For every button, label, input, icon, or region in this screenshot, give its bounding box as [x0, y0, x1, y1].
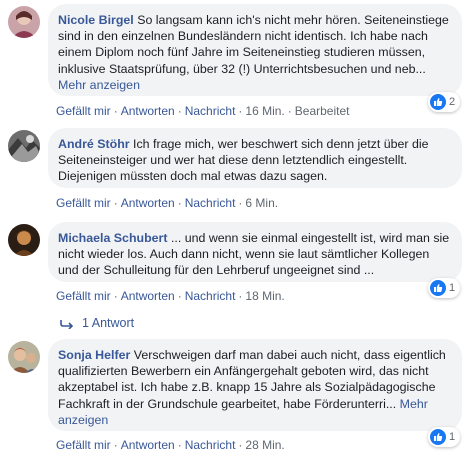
show-more-link[interactable]: Mehr anzeigen: [58, 78, 140, 92]
comment-actions: Gefällt mir · Antworten · Nachricht · 28 Min.: [56, 438, 285, 452]
reaction-summary[interactable]: 1: [428, 278, 461, 298]
comment-author[interactable]: André Stöhr: [58, 137, 130, 151]
replies-count[interactable]: 1 Antwort: [82, 316, 134, 330]
separator: ·: [113, 104, 118, 118]
message-link[interactable]: Nachricht: [185, 196, 236, 210]
avatar[interactable]: [8, 224, 40, 256]
separator: ·: [238, 196, 243, 210]
like-icon: [430, 429, 446, 445]
reply-link[interactable]: Antworten: [121, 196, 175, 210]
avatar-photo-icon: [8, 341, 40, 373]
timestamp[interactable]: 6 Min.: [245, 196, 278, 210]
reply-link[interactable]: Antworten: [121, 289, 175, 303]
reply-link[interactable]: Antworten: [121, 438, 175, 452]
reaction-count: 2: [449, 96, 456, 108]
like-link[interactable]: Gefällt mir: [56, 104, 111, 118]
view-replies-link[interactable]: 1 Antwort: [60, 316, 134, 330]
comment-author[interactable]: Nicole Birgel: [58, 13, 134, 27]
comment-actions: Gefällt mir · Antworten · Nachricht · 6 Min.: [56, 196, 278, 210]
like-icon: [430, 280, 446, 296]
reaction-summary[interactable]: 2: [428, 92, 461, 112]
comment-bubble: Sonja Helfer Verschweigen darf man dabei…: [48, 339, 462, 431]
like-link[interactable]: Gefällt mir: [56, 196, 111, 210]
avatar-photo-icon: [8, 130, 40, 162]
comment-bubble: André Stöhr Ich frage mich, wer beschwer…: [48, 128, 462, 188]
message-link[interactable]: Nachricht: [185, 438, 236, 452]
comment-author[interactable]: Sonja Helfer: [58, 348, 130, 362]
like-icon: [430, 94, 446, 110]
separator: ·: [238, 438, 243, 452]
avatar[interactable]: [8, 130, 40, 162]
separator: ·: [177, 196, 182, 210]
separator: ·: [238, 104, 243, 118]
timestamp[interactable]: 18 Min.: [245, 289, 284, 303]
avatar-photo-icon: [8, 6, 40, 38]
separator: ·: [113, 196, 118, 210]
separator: ·: [287, 104, 292, 118]
avatar-photo-icon: [8, 224, 40, 256]
like-link[interactable]: Gefällt mir: [56, 438, 111, 452]
reply-arrow-icon: [60, 319, 74, 329]
reply-link[interactable]: Antworten: [121, 104, 175, 118]
separator: ·: [177, 438, 182, 452]
reaction-summary[interactable]: 1: [428, 427, 461, 447]
avatar[interactable]: [8, 6, 40, 38]
timestamp[interactable]: 16 Min.: [245, 104, 284, 118]
timestamp[interactable]: 28 Min.: [245, 438, 284, 452]
separator: ·: [113, 438, 118, 452]
separator: ·: [113, 289, 118, 303]
comment-actions: Gefällt mir · Antworten · Nachricht · 16 Min. ·…: [56, 104, 349, 118]
avatar[interactable]: [8, 341, 40, 373]
separator: ·: [177, 104, 182, 118]
comment-actions: Gefällt mir · Antworten · Nachricht · 18 Min.: [56, 289, 285, 303]
reaction-count: 1: [449, 431, 456, 443]
comment-bubble: Nicole Birgel So langsam kann ich's nich…: [48, 4, 462, 96]
separator: ·: [238, 289, 243, 303]
message-link[interactable]: Nachricht: [185, 289, 236, 303]
like-link[interactable]: Gefällt mir: [56, 289, 111, 303]
edited-label: Bearbeitet: [294, 104, 350, 118]
separator: ·: [177, 289, 182, 303]
reaction-count: 1: [449, 282, 456, 294]
comment-bubble: Michaela Schubert ... und wenn sie einma…: [48, 222, 462, 282]
message-link[interactable]: Nachricht: [185, 104, 236, 118]
comment-author[interactable]: Michaela Schubert: [58, 231, 167, 245]
